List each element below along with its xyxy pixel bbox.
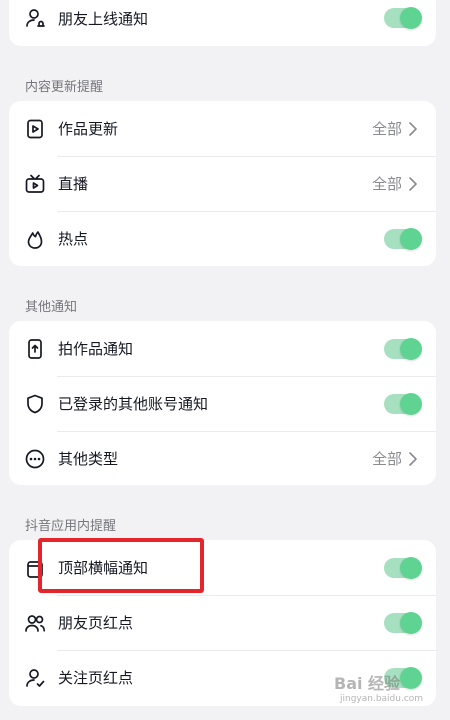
watermark-text: Bai 经验 <box>334 674 401 693</box>
row-friend-red-dot[interactable]: 朋友页红点 <box>9 595 436 650</box>
toggle-switch[interactable] <box>384 7 422 29</box>
row-value: 全部 <box>371 120 402 138</box>
row-shoot-notify[interactable]: 拍作品通知 <box>9 321 436 376</box>
row-label: 其他类型 <box>58 450 119 468</box>
toggle-switch[interactable] <box>384 227 422 250</box>
section-title-in-app: 抖音应用内提醒 <box>25 519 117 534</box>
row-label: 关注页红点 <box>58 669 134 687</box>
row-label: 直播 <box>58 175 89 193</box>
row-other-types[interactable]: 其他类型 全部 <box>9 431 436 485</box>
row-hot[interactable]: 热点 <box>9 211 436 266</box>
toggle-switch[interactable] <box>384 392 422 415</box>
row-label: 朋友页红点 <box>58 614 134 632</box>
chevron-right-icon <box>409 176 417 191</box>
toggle-switch[interactable] <box>384 337 422 360</box>
person-bell-icon <box>26 9 45 27</box>
person-check-icon <box>26 668 45 687</box>
row-label: 作品更新 <box>58 120 119 138</box>
row-label: 热点 <box>58 230 89 248</box>
toggle-switch[interactable] <box>384 556 422 579</box>
phone-upload-icon <box>28 338 42 359</box>
card-online-notify: 朋友上线通知 <box>9 0 436 46</box>
flame-icon <box>27 230 43 249</box>
row-works-update[interactable]: 作品更新 全部 <box>9 101 436 156</box>
row-label: 朋友上线通知 <box>58 9 149 28</box>
more-circle-icon <box>25 449 45 468</box>
friends-icon <box>25 614 46 632</box>
chevron-right-icon <box>409 451 417 466</box>
row-label: 已登录的其他账号通知 <box>58 395 209 413</box>
row-value: 全部 <box>371 175 402 193</box>
shield-icon <box>27 394 43 413</box>
chevron-right-icon <box>409 121 417 136</box>
watermark-logo: Bai 经验 jingyan.baidu.com <box>334 664 426 708</box>
row-live[interactable]: 直播 全部 <box>9 156 436 211</box>
section-title-other-notify: 其他通知 <box>25 300 78 315</box>
row-value: 全部 <box>371 450 402 468</box>
play-file-icon <box>27 119 43 138</box>
highlight-box <box>38 538 204 593</box>
watermark-sub: jingyan.baidu.com <box>340 694 424 704</box>
section-title-content-update: 内容更新提醒 <box>25 80 104 95</box>
toggle-switch[interactable] <box>384 611 422 634</box>
row-other-account[interactable]: 已登录的其他账号通知 <box>9 376 436 431</box>
card-content-update: 作品更新 全部 直播 全部 热点 <box>9 101 436 266</box>
row-label: 拍作品通知 <box>58 340 134 358</box>
row-friend-online[interactable]: 朋友上线通知 <box>9 0 436 46</box>
tv-live-icon <box>25 174 45 193</box>
card-other-notify: 拍作品通知 已登录的其他账号通知 其他类型 全部 <box>9 321 436 485</box>
